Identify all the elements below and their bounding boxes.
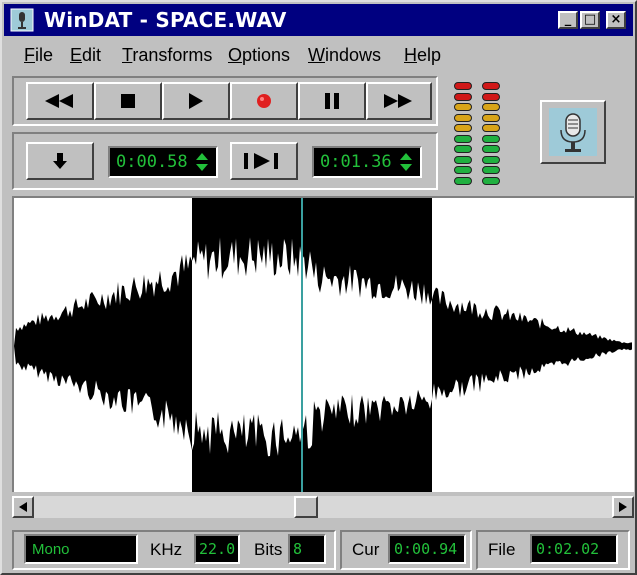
file-label: File — [488, 540, 516, 559]
bits-display: 8 — [288, 534, 326, 564]
level-led — [482, 103, 500, 111]
menu-help[interactable]: Help — [404, 45, 441, 66]
level-led — [482, 145, 500, 153]
level-led — [482, 82, 500, 90]
arrow-left-icon — [19, 502, 27, 512]
level-led — [454, 113, 472, 122]
menu-transforms[interactable]: Transforms — [122, 45, 212, 66]
close-button[interactable]: × — [606, 11, 626, 29]
level-led — [454, 134, 472, 143]
menu-windows[interactable]: Windows — [308, 45, 381, 66]
close-icon: × — [610, 12, 622, 27]
microphone-button[interactable] — [540, 100, 606, 164]
level-led — [482, 176, 500, 185]
menu-options[interactable]: Options — [228, 45, 290, 66]
play-button[interactable] — [162, 82, 230, 120]
level-led — [454, 166, 472, 174]
app-icon — [10, 8, 34, 32]
bits-label: Bits — [254, 540, 283, 559]
level-led — [454, 92, 472, 101]
start-time-display[interactable]: 0:00.58 — [108, 146, 218, 178]
play-selection-button[interactable] — [230, 142, 298, 180]
horizontal-scrollbar[interactable] — [12, 496, 634, 518]
arrow-down-icon — [53, 153, 67, 169]
level-led — [482, 166, 500, 174]
channel-value: Mono — [32, 540, 70, 558]
waveform-view[interactable] — [12, 196, 634, 492]
fast-forward-button[interactable] — [366, 82, 432, 120]
minimize-button[interactable]: _ — [558, 11, 578, 29]
transport-panel: 0:00.58 0:01.36 — [12, 76, 442, 192]
status-bar: Mono KHz 22.0 Bits 8 Cur 0:00.94 File 0:… — [0, 526, 637, 575]
bits-value: 8 — [293, 540, 303, 558]
khz-display: 22.0 — [194, 534, 240, 564]
level-led — [454, 103, 472, 111]
rewind-button[interactable] — [26, 82, 94, 120]
maximize-icon: □ — [583, 12, 597, 27]
maximize-button[interactable]: □ — [580, 11, 600, 29]
scroll-right-button[interactable] — [612, 496, 634, 518]
level-led — [482, 155, 500, 164]
window-title: WinDAT - SPACE.WAV — [44, 8, 287, 32]
file-length-value: 0:02.02 — [536, 540, 600, 558]
fast-forward-icon — [384, 94, 412, 108]
khz-value: 22.0 — [199, 540, 236, 558]
level-led — [454, 176, 472, 185]
file-length-display: 0:02.02 — [530, 534, 618, 564]
minimize-icon: _ — [564, 12, 572, 27]
level-led — [482, 134, 500, 143]
pause-button[interactable] — [298, 82, 366, 120]
cur-label: Cur — [352, 540, 380, 559]
cur-value: 0:00.94 — [394, 540, 458, 558]
level-led — [482, 124, 500, 132]
level-led — [454, 155, 472, 164]
scroll-left-button[interactable] — [12, 496, 34, 518]
end-time-display[interactable]: 0:01.36 — [312, 146, 422, 178]
stop-icon — [121, 94, 135, 108]
level-led — [482, 92, 500, 101]
menu-file[interactable]: File — [24, 45, 53, 66]
record-button[interactable] — [230, 82, 298, 120]
level-led — [454, 82, 472, 90]
end-time-value: 0:01.36 — [320, 152, 392, 172]
record-icon — [257, 94, 271, 108]
level-led — [454, 145, 472, 153]
spinner-icon[interactable] — [196, 153, 208, 171]
channel-display: Mono — [24, 534, 138, 564]
title-bar[interactable]: WinDAT - SPACE.WAV _ □ × — [4, 4, 633, 36]
pause-icon — [325, 93, 339, 109]
spinner-icon[interactable] — [400, 153, 412, 171]
drop-marker-button[interactable] — [26, 142, 94, 180]
level-led — [454, 124, 472, 132]
arrow-right-icon — [619, 502, 627, 512]
scroll-thumb[interactable] — [294, 496, 318, 518]
level-led — [482, 113, 500, 122]
menu-edit[interactable]: Edit — [70, 45, 101, 66]
waveform — [14, 198, 632, 492]
microphone-icon — [549, 108, 597, 156]
menu-bar: File Edit Transforms Options Windows Hel… — [4, 40, 629, 70]
stop-button[interactable] — [94, 82, 162, 120]
play-icon — [189, 93, 203, 109]
play-range-icon — [244, 153, 278, 169]
cur-display: 0:00.94 — [388, 534, 466, 564]
start-time-value: 0:00.58 — [116, 152, 188, 172]
khz-label: KHz — [150, 540, 183, 559]
level-meter — [446, 78, 506, 192]
rewind-icon — [45, 94, 73, 108]
